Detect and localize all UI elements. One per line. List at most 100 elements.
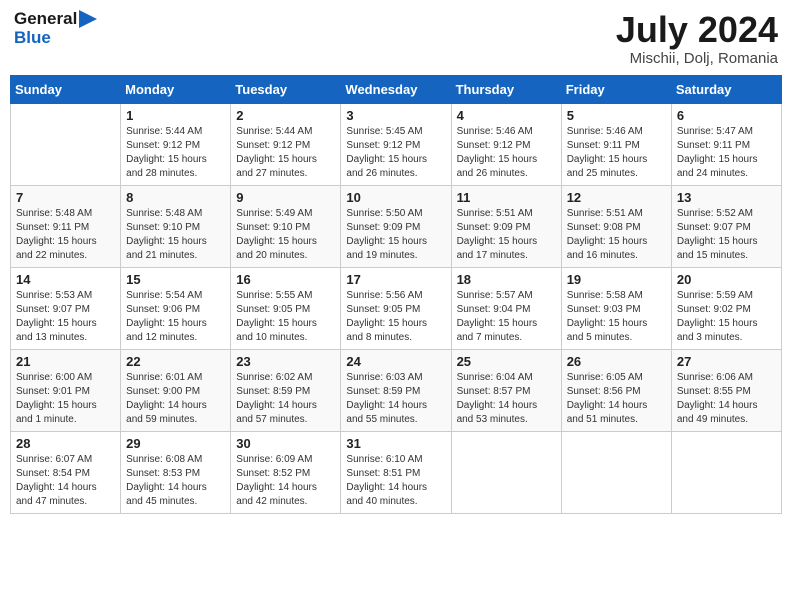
title-block: July 2024 Mischii, Dolj, Romania [616, 10, 778, 67]
weekday-header-saturday: Saturday [671, 75, 781, 103]
day-number: 7 [16, 190, 115, 205]
weekday-header-thursday: Thursday [451, 75, 561, 103]
logo-general: General [14, 10, 77, 29]
day-info: Sunrise: 5:44 AMSunset: 9:12 PMDaylight:… [236, 126, 317, 179]
day-info: Sunrise: 5:56 AMSunset: 9:05 PMDaylight:… [346, 290, 427, 343]
day-number: 3 [346, 108, 445, 123]
calendar-cell: 10 Sunrise: 5:50 AMSunset: 9:09 PMDaylig… [341, 185, 451, 267]
calendar-cell [561, 431, 671, 513]
day-info: Sunrise: 6:07 AMSunset: 8:54 PMDaylight:… [16, 454, 97, 507]
calendar-cell: 12 Sunrise: 5:51 AMSunset: 9:08 PMDaylig… [561, 185, 671, 267]
logo: General Blue [14, 10, 97, 47]
day-number: 20 [677, 272, 776, 287]
day-info: Sunrise: 5:48 AMSunset: 9:11 PMDaylight:… [16, 208, 97, 261]
calendar-cell: 22 Sunrise: 6:01 AMSunset: 9:00 PMDaylig… [121, 349, 231, 431]
day-info: Sunrise: 6:08 AMSunset: 8:53 PMDaylight:… [126, 454, 207, 507]
day-number: 15 [126, 272, 225, 287]
calendar-cell: 8 Sunrise: 5:48 AMSunset: 9:10 PMDayligh… [121, 185, 231, 267]
weekday-header-sunday: Sunday [11, 75, 121, 103]
day-info: Sunrise: 5:59 AMSunset: 9:02 PMDaylight:… [677, 290, 758, 343]
calendar-cell: 29 Sunrise: 6:08 AMSunset: 8:53 PMDaylig… [121, 431, 231, 513]
calendar-cell: 3 Sunrise: 5:45 AMSunset: 9:12 PMDayligh… [341, 103, 451, 185]
day-number: 27 [677, 354, 776, 369]
calendar-cell: 7 Sunrise: 5:48 AMSunset: 9:11 PMDayligh… [11, 185, 121, 267]
weekday-header-monday: Monday [121, 75, 231, 103]
calendar-cell: 24 Sunrise: 6:03 AMSunset: 8:59 PMDaylig… [341, 349, 451, 431]
day-info: Sunrise: 5:54 AMSunset: 9:06 PMDaylight:… [126, 290, 207, 343]
calendar-cell [671, 431, 781, 513]
calendar-cell [451, 431, 561, 513]
day-number: 16 [236, 272, 335, 287]
calendar-cell: 5 Sunrise: 5:46 AMSunset: 9:11 PMDayligh… [561, 103, 671, 185]
calendar-cell: 18 Sunrise: 5:57 AMSunset: 9:04 PMDaylig… [451, 267, 561, 349]
calendar-cell: 23 Sunrise: 6:02 AMSunset: 8:59 PMDaylig… [231, 349, 341, 431]
day-number: 19 [567, 272, 666, 287]
week-row-4: 21 Sunrise: 6:00 AMSunset: 9:01 PMDaylig… [11, 349, 782, 431]
day-number: 25 [457, 354, 556, 369]
logo-blue: Blue [14, 29, 51, 48]
day-number: 8 [126, 190, 225, 205]
day-info: Sunrise: 6:09 AMSunset: 8:52 PMDaylight:… [236, 454, 317, 507]
day-number: 17 [346, 272, 445, 287]
day-info: Sunrise: 5:51 AMSunset: 9:08 PMDaylight:… [567, 208, 648, 261]
day-info: Sunrise: 6:02 AMSunset: 8:59 PMDaylight:… [236, 372, 317, 425]
weekday-header-friday: Friday [561, 75, 671, 103]
weekday-header-row: SundayMondayTuesdayWednesdayThursdayFrid… [11, 75, 782, 103]
day-info: Sunrise: 5:55 AMSunset: 9:05 PMDaylight:… [236, 290, 317, 343]
week-row-1: 1 Sunrise: 5:44 AMSunset: 9:12 PMDayligh… [11, 103, 782, 185]
day-number: 5 [567, 108, 666, 123]
day-info: Sunrise: 5:57 AMSunset: 9:04 PMDaylight:… [457, 290, 538, 343]
day-number: 2 [236, 108, 335, 123]
calendar-cell: 28 Sunrise: 6:07 AMSunset: 8:54 PMDaylig… [11, 431, 121, 513]
day-number: 1 [126, 108, 225, 123]
week-row-3: 14 Sunrise: 5:53 AMSunset: 9:07 PMDaylig… [11, 267, 782, 349]
day-info: Sunrise: 5:53 AMSunset: 9:07 PMDaylight:… [16, 290, 97, 343]
day-info: Sunrise: 5:49 AMSunset: 9:10 PMDaylight:… [236, 208, 317, 261]
day-number: 28 [16, 436, 115, 451]
day-info: Sunrise: 5:44 AMSunset: 9:12 PMDaylight:… [126, 126, 207, 179]
calendar-cell: 27 Sunrise: 6:06 AMSunset: 8:55 PMDaylig… [671, 349, 781, 431]
day-number: 11 [457, 190, 556, 205]
day-number: 24 [346, 354, 445, 369]
calendar-cell: 11 Sunrise: 5:51 AMSunset: 9:09 PMDaylig… [451, 185, 561, 267]
day-info: Sunrise: 6:10 AMSunset: 8:51 PMDaylight:… [346, 454, 427, 507]
day-info: Sunrise: 6:05 AMSunset: 8:56 PMDaylight:… [567, 372, 648, 425]
day-number: 31 [346, 436, 445, 451]
calendar-cell: 4 Sunrise: 5:46 AMSunset: 9:12 PMDayligh… [451, 103, 561, 185]
day-number: 10 [346, 190, 445, 205]
calendar-cell: 21 Sunrise: 6:00 AMSunset: 9:01 PMDaylig… [11, 349, 121, 431]
day-number: 21 [16, 354, 115, 369]
calendar-cell: 15 Sunrise: 5:54 AMSunset: 9:06 PMDaylig… [121, 267, 231, 349]
calendar-cell [11, 103, 121, 185]
day-info: Sunrise: 5:46 AMSunset: 9:11 PMDaylight:… [567, 126, 648, 179]
calendar-cell: 9 Sunrise: 5:49 AMSunset: 9:10 PMDayligh… [231, 185, 341, 267]
day-info: Sunrise: 5:45 AMSunset: 9:12 PMDaylight:… [346, 126, 427, 179]
day-number: 29 [126, 436, 225, 451]
calendar-cell: 2 Sunrise: 5:44 AMSunset: 9:12 PMDayligh… [231, 103, 341, 185]
day-info: Sunrise: 6:01 AMSunset: 9:00 PMDaylight:… [126, 372, 207, 425]
calendar-cell: 19 Sunrise: 5:58 AMSunset: 9:03 PMDaylig… [561, 267, 671, 349]
day-number: 13 [677, 190, 776, 205]
day-number: 12 [567, 190, 666, 205]
calendar-cell: 17 Sunrise: 5:56 AMSunset: 9:05 PMDaylig… [341, 267, 451, 349]
calendar-cell: 16 Sunrise: 5:55 AMSunset: 9:05 PMDaylig… [231, 267, 341, 349]
day-number: 26 [567, 354, 666, 369]
day-info: Sunrise: 5:58 AMSunset: 9:03 PMDaylight:… [567, 290, 648, 343]
day-info: Sunrise: 6:03 AMSunset: 8:59 PMDaylight:… [346, 372, 427, 425]
logo-chevron-icon [79, 10, 97, 28]
day-number: 6 [677, 108, 776, 123]
calendar-cell: 31 Sunrise: 6:10 AMSunset: 8:51 PMDaylig… [341, 431, 451, 513]
day-info: Sunrise: 5:51 AMSunset: 9:09 PMDaylight:… [457, 208, 538, 261]
day-info: Sunrise: 5:47 AMSunset: 9:11 PMDaylight:… [677, 126, 758, 179]
day-info: Sunrise: 5:48 AMSunset: 9:10 PMDaylight:… [126, 208, 207, 261]
calendar-cell: 13 Sunrise: 5:52 AMSunset: 9:07 PMDaylig… [671, 185, 781, 267]
day-number: 9 [236, 190, 335, 205]
day-info: Sunrise: 6:00 AMSunset: 9:01 PMDaylight:… [16, 372, 97, 425]
calendar-cell: 25 Sunrise: 6:04 AMSunset: 8:57 PMDaylig… [451, 349, 561, 431]
day-info: Sunrise: 5:52 AMSunset: 9:07 PMDaylight:… [677, 208, 758, 261]
day-info: Sunrise: 5:50 AMSunset: 9:09 PMDaylight:… [346, 208, 427, 261]
day-number: 30 [236, 436, 335, 451]
week-row-5: 28 Sunrise: 6:07 AMSunset: 8:54 PMDaylig… [11, 431, 782, 513]
day-number: 22 [126, 354, 225, 369]
location: Mischii, Dolj, Romania [616, 50, 778, 67]
